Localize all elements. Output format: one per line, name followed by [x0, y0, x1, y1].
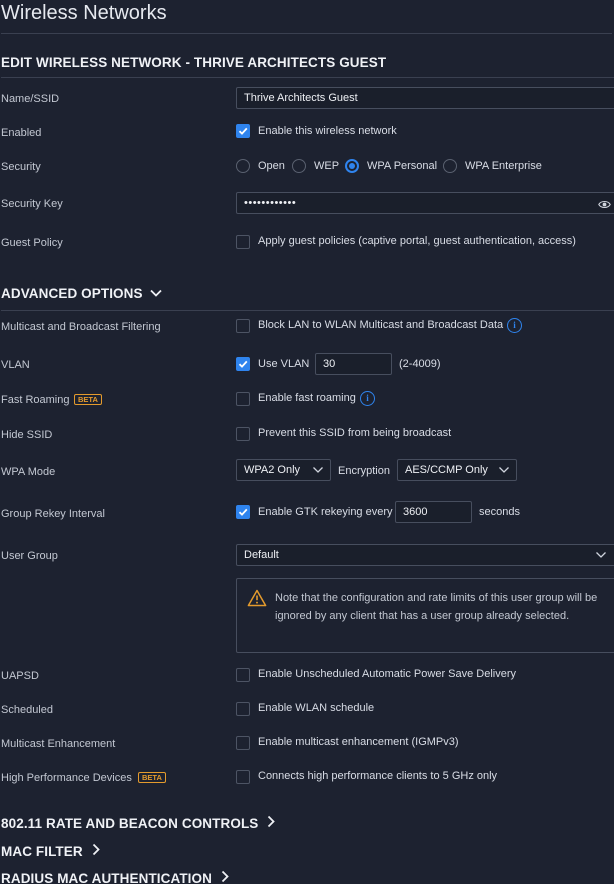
multicast-enhancement-checkbox[interactable] [236, 736, 250, 750]
divider [1, 33, 612, 34]
mac-filter-heading: MAC FILTER [1, 844, 83, 859]
radius-mac-auth-heading: RADIUS MAC AUTHENTICATION [1, 871, 212, 884]
beta-badge: BETA [74, 394, 102, 405]
multicast-enhancement-text: Enable multicast enhancement (IGMPv3) [258, 736, 459, 748]
wpa-mode-label: WPA Mode [1, 466, 56, 478]
guest-policy-label: Guest Policy [1, 237, 63, 249]
chevron-down-icon [150, 289, 163, 297]
rate-beacon-heading: 802.11 RATE AND BEACON CONTROLS [1, 816, 259, 831]
multicast-enhancement-label: Multicast Enhancement [1, 738, 116, 750]
security-wpa-personal-radio[interactable] [345, 159, 359, 173]
uapsd-label: UAPSD [1, 670, 39, 682]
group-rekey-label: Group Rekey Interval [1, 508, 105, 520]
chevron-down-icon [499, 467, 509, 473]
check-icon [238, 508, 248, 516]
chevron-right-icon [92, 843, 100, 856]
multicast-filter-text: Block LAN to WLAN Multicast and Broadcas… [258, 319, 504, 331]
beta-badge: BETA [138, 772, 166, 783]
fast-roaming-checkbox[interactable] [236, 392, 250, 406]
scheduled-checkbox[interactable] [236, 702, 250, 716]
security-wpa-enterprise-radio[interactable] [443, 159, 457, 173]
multicast-filter-label: Multicast and Broadcast Filtering [1, 321, 161, 333]
multicast-info-icon[interactable]: i [507, 318, 522, 333]
security-label: Security [1, 161, 41, 173]
encryption-select[interactable]: AES/CCMP Only [397, 459, 517, 481]
vlan-text: Use VLAN [258, 358, 310, 370]
ssid-input[interactable]: Thrive Architects Guest [236, 87, 614, 109]
wireless-network-edit-page: Wireless Networks EDIT WIRELESS NETWORK … [0, 0, 614, 884]
security-wep-radio[interactable] [292, 159, 306, 173]
high-performance-label: High Performance Devices [1, 772, 132, 784]
hide-ssid-label: Hide SSID [1, 429, 53, 441]
security-wep-label: WEP [314, 160, 340, 172]
gtk-rekey-text: Enable GTK rekeying every [258, 506, 393, 518]
high-performance-checkbox[interactable] [236, 770, 250, 784]
fast-roaming-label: Fast Roaming [1, 394, 70, 406]
warning-icon [247, 589, 267, 607]
edit-section-heading: EDIT WIRELESS NETWORK - THRIVE ARCHITECT… [1, 55, 387, 70]
page-title: Wireless Networks [1, 2, 167, 24]
multicast-filter-checkbox[interactable] [236, 319, 250, 333]
vlan-checkbox[interactable] [236, 357, 250, 371]
check-icon [238, 127, 248, 135]
enabled-label: Enabled [1, 127, 42, 139]
gtk-rekey-unit: seconds [479, 506, 520, 518]
chevron-right-icon [268, 815, 276, 828]
user-group-value: Default [244, 549, 279, 561]
user-group-select[interactable]: Default [236, 544, 614, 566]
scheduled-text: Enable WLAN schedule [258, 702, 375, 714]
show-password-eye-icon[interactable] [598, 197, 611, 215]
enabled-text: Enable this wireless network [258, 125, 397, 137]
uapsd-text: Enable Unscheduled Automatic Power Save … [258, 668, 517, 680]
encryption-label: Encryption [338, 465, 390, 477]
user-group-note: Note that the configuration and rate lim… [236, 578, 614, 653]
radius-mac-auth-toggle[interactable]: RADIUS MAC AUTHENTICATION [1, 870, 230, 884]
wpa-mode-value: WPA2 Only [244, 464, 301, 476]
security-wpa-personal-label: WPA Personal [367, 160, 438, 172]
advanced-options-toggle[interactable]: ADVANCED OPTIONS [1, 286, 163, 301]
vlan-id-input[interactable]: 30 [315, 353, 392, 375]
gtk-rekey-checkbox[interactable] [236, 505, 250, 519]
check-icon [238, 360, 248, 368]
guest-policy-text: Apply guest policies (captive portal, gu… [258, 235, 576, 247]
chevron-down-icon [596, 552, 606, 558]
hide-ssid-checkbox[interactable] [236, 427, 250, 441]
fast-roaming-text: Enable fast roaming [258, 392, 356, 404]
vlan-range-text: (2-4009) [399, 358, 441, 370]
enabled-checkbox[interactable] [236, 124, 250, 138]
user-group-label: User Group [1, 550, 58, 562]
security-key-input[interactable]: •••••••••••• [236, 192, 614, 214]
advanced-options-heading: ADVANCED OPTIONS [1, 286, 143, 301]
rate-beacon-controls-toggle[interactable]: 802.11 RATE AND BEACON CONTROLS [1, 815, 276, 831]
fast-roaming-info-icon[interactable]: i [360, 391, 375, 406]
security-key-label: Security Key [1, 198, 63, 210]
high-performance-text: Connects high performance clients to 5 G… [258, 770, 498, 782]
scheduled-label: Scheduled [1, 704, 53, 716]
security-open-radio[interactable] [236, 159, 250, 173]
security-open-label: Open [258, 160, 285, 172]
name-label: Name/SSID [1, 93, 60, 105]
hide-ssid-text: Prevent this SSID from being broadcast [258, 427, 452, 439]
divider [1, 310, 614, 311]
chevron-right-icon [221, 870, 229, 883]
vlan-label: VLAN [1, 359, 30, 371]
user-group-note-text: Note that the configuration and rate lim… [275, 592, 598, 622]
guest-policy-checkbox[interactable] [236, 235, 250, 249]
gtk-rekey-input[interactable]: 3600 [395, 501, 472, 523]
mac-filter-toggle[interactable]: MAC FILTER [1, 843, 101, 859]
wpa-mode-select[interactable]: WPA2 Only [236, 459, 331, 481]
uapsd-checkbox[interactable] [236, 668, 250, 682]
security-wpa-enterprise-label: WPA Enterprise [465, 160, 542, 172]
chevron-down-icon [313, 467, 323, 473]
encryption-value: AES/CCMP Only [405, 464, 488, 476]
divider [1, 77, 614, 78]
